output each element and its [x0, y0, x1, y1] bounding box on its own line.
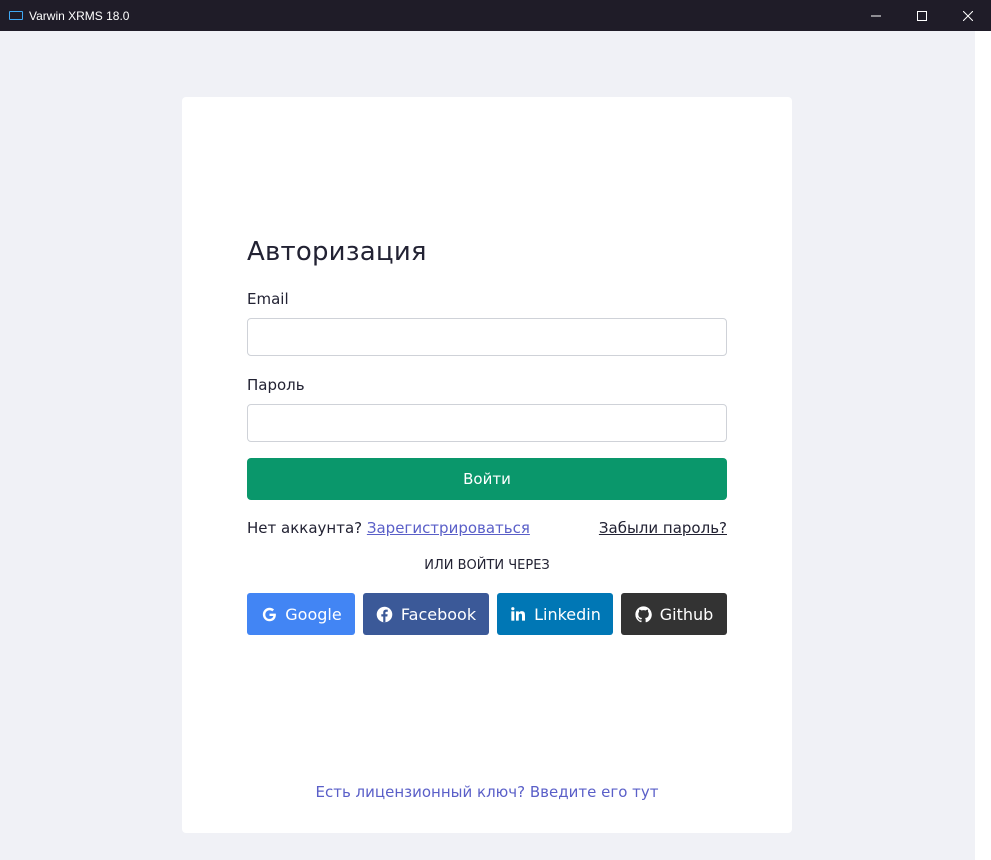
password-field[interactable]: [247, 404, 727, 442]
github-login-button[interactable]: Github: [621, 593, 727, 635]
google-login-label: Google: [285, 604, 342, 624]
no-account-text: Нет аккаунта?: [247, 519, 363, 537]
register-link[interactable]: Зарегистрироваться: [367, 519, 530, 537]
window-titlebar: Varwin XRMS 18.0: [0, 0, 991, 31]
github-icon: [635, 605, 653, 623]
page-title: Авторизация: [247, 237, 427, 267]
app-icon: [9, 11, 23, 20]
account-links-row: Нет аккаунта? Зарегистрироваться Забыли …: [247, 519, 727, 539]
email-field[interactable]: [247, 318, 727, 356]
close-icon: [963, 10, 973, 21]
window-title: Varwin XRMS 18.0: [29, 8, 130, 23]
register-prompt: Нет аккаунта? Зарегистрироваться: [247, 519, 530, 537]
google-icon: [260, 605, 278, 623]
google-login-button[interactable]: Google: [247, 593, 355, 635]
email-label: Email: [247, 290, 289, 308]
login-card: Авторизация Email Пароль Войти Нет аккау…: [182, 97, 792, 833]
license-key-link[interactable]: Есть лицензионный ключ? Введите его тут: [182, 783, 792, 801]
maximize-button[interactable]: [899, 0, 945, 31]
password-label: Пароль: [247, 376, 305, 394]
minimize-icon: [871, 15, 881, 16]
or-login-with-text: ИЛИ ВОЙТИ ЧЕРЕЗ: [424, 558, 550, 573]
forgot-password-link[interactable]: Забыли пароль?: [599, 519, 727, 537]
scrollbar[interactable]: [975, 31, 991, 860]
close-button[interactable]: [945, 0, 991, 31]
login-button[interactable]: Войти: [247, 458, 727, 500]
window-controls: [853, 0, 991, 31]
facebook-icon: [376, 605, 394, 623]
linkedin-login-label: Linkedin: [534, 604, 601, 624]
maximize-icon: [917, 10, 927, 21]
app-content: Авторизация Email Пароль Войти Нет аккау…: [0, 31, 975, 860]
minimize-button[interactable]: [853, 0, 899, 31]
facebook-login-button[interactable]: Facebook: [363, 593, 489, 635]
linkedin-icon: [509, 605, 527, 623]
linkedin-login-button[interactable]: Linkedin: [497, 593, 613, 635]
facebook-login-label: Facebook: [400, 604, 477, 624]
github-login-label: Github: [659, 604, 714, 624]
